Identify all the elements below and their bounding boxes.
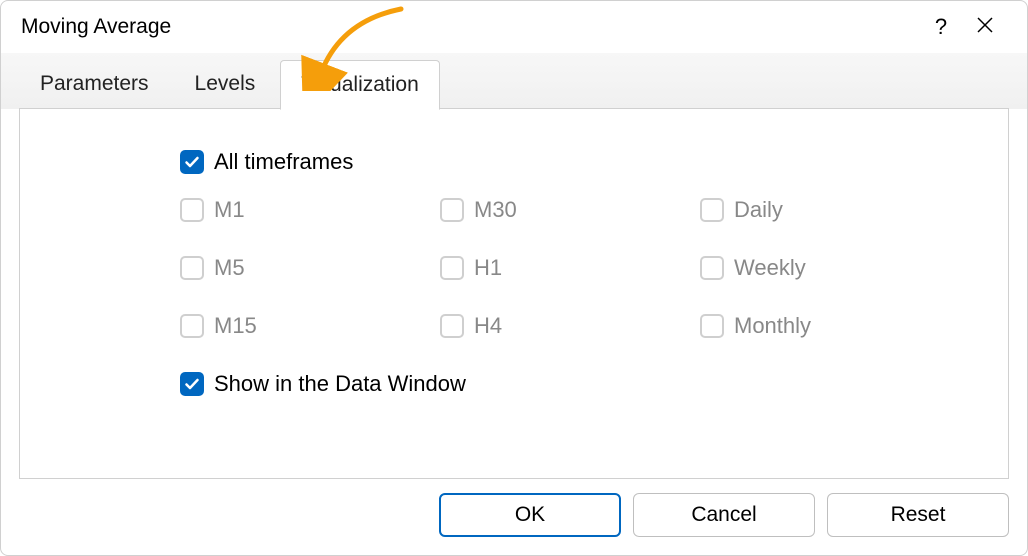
ok-button[interactable]: OK [439, 493, 621, 537]
m30-label: M30 [474, 197, 517, 223]
m15-label: M15 [214, 313, 257, 339]
h1-checkbox[interactable] [440, 256, 464, 280]
dialog-title: Moving Average [21, 15, 919, 39]
m15-checkbox[interactable] [180, 314, 204, 338]
m5-label: M5 [214, 255, 245, 281]
timeframes-grid: M1 M30 Daily M5 H1 Weekly [180, 197, 988, 339]
timeframe-m30[interactable]: M30 [440, 197, 700, 223]
checkmark-icon [184, 376, 200, 392]
daily-checkbox[interactable] [700, 198, 724, 222]
timeframe-m1[interactable]: M1 [180, 197, 440, 223]
moving-average-dialog: Moving Average ? Parameters Levels Visua… [0, 0, 1028, 556]
tabs: Parameters Levels Visualization [1, 53, 1027, 109]
show-data-window-checkbox[interactable] [180, 372, 204, 396]
monthly-checkbox[interactable] [700, 314, 724, 338]
show-data-window-label: Show in the Data Window [214, 371, 466, 397]
m1-checkbox[interactable] [180, 198, 204, 222]
all-timeframes-row[interactable]: All timeframes [180, 149, 988, 175]
timeframe-h1[interactable]: H1 [440, 255, 700, 281]
timeframe-h4[interactable]: H4 [440, 313, 700, 339]
button-bar: OK Cancel Reset [1, 479, 1027, 555]
help-icon: ? [935, 14, 947, 40]
timeframe-m15[interactable]: M15 [180, 313, 440, 339]
tab-levels[interactable]: Levels [174, 59, 277, 109]
weekly-checkbox[interactable] [700, 256, 724, 280]
timeframe-weekly[interactable]: Weekly [700, 255, 960, 281]
h4-checkbox[interactable] [440, 314, 464, 338]
daily-label: Daily [734, 197, 783, 223]
timeframe-monthly[interactable]: Monthly [700, 313, 960, 339]
h4-label: H4 [474, 313, 502, 339]
timeframe-m5[interactable]: M5 [180, 255, 440, 281]
weekly-label: Weekly [734, 255, 806, 281]
all-timeframes-label: All timeframes [214, 149, 353, 175]
timeframe-daily[interactable]: Daily [700, 197, 960, 223]
titlebar: Moving Average ? [1, 1, 1027, 53]
cancel-button[interactable]: Cancel [633, 493, 815, 537]
tab-visualization[interactable]: Visualization [280, 60, 440, 110]
close-icon [977, 16, 993, 39]
reset-button[interactable]: Reset [827, 493, 1009, 537]
h1-label: H1 [474, 255, 502, 281]
show-data-window-row[interactable]: Show in the Data Window [180, 371, 988, 397]
tab-parameters[interactable]: Parameters [19, 59, 170, 109]
visualization-panel: All timeframes M1 M30 Daily M5 H1 [19, 108, 1009, 479]
help-button[interactable]: ? [919, 5, 963, 49]
checkmark-icon [184, 154, 200, 170]
m1-label: M1 [214, 197, 245, 223]
monthly-label: Monthly [734, 313, 811, 339]
m5-checkbox[interactable] [180, 256, 204, 280]
all-timeframes-checkbox[interactable] [180, 150, 204, 174]
m30-checkbox[interactable] [440, 198, 464, 222]
close-button[interactable] [963, 5, 1007, 49]
